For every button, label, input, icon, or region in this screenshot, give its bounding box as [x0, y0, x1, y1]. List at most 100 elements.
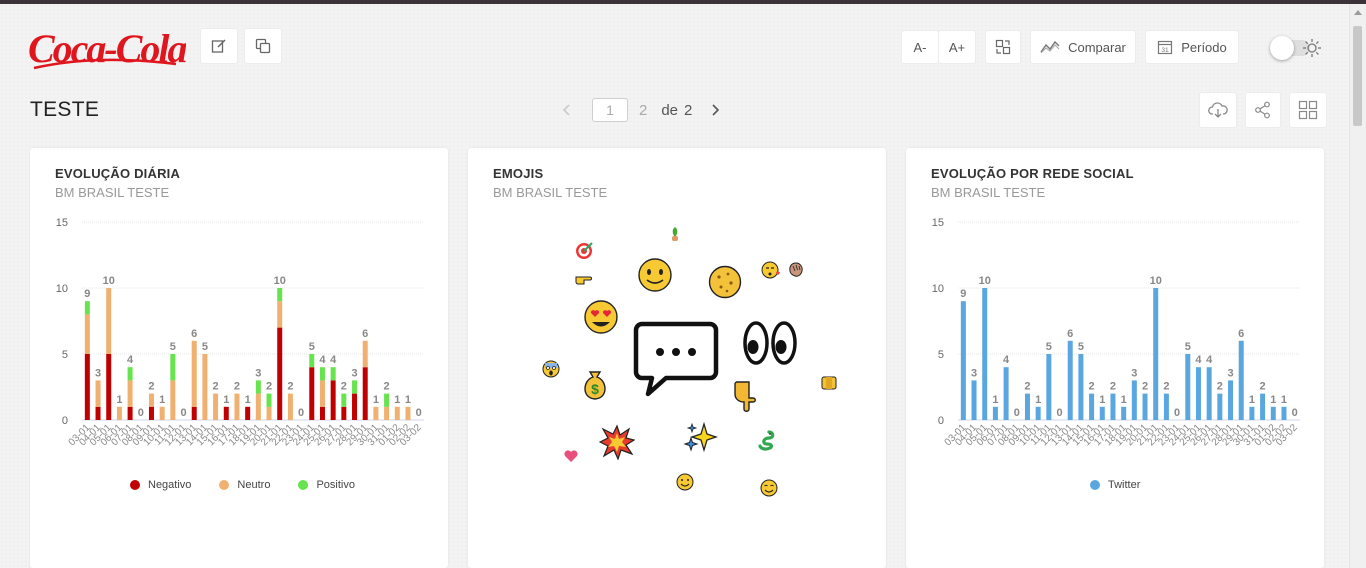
card-title: EVOLUÇÃO DIÁRIA: [55, 166, 181, 181]
font-increase-label: A+: [948, 39, 966, 55]
bar-segment: [1110, 393, 1116, 420]
chevron-left-icon[interactable]: [560, 103, 574, 117]
data-label: 1: [1249, 394, 1255, 406]
chevron-right-icon[interactable]: [708, 103, 722, 117]
data-label: 2: [1110, 381, 1116, 393]
bar-segment: [84, 354, 90, 420]
bar-segment: [992, 406, 998, 420]
chart-legend: Twitter: [1090, 479, 1168, 491]
data-label: 6: [1238, 328, 1244, 340]
data-label: 2: [266, 381, 272, 393]
layout-grid-button[interactable]: [1289, 92, 1327, 128]
bar-segment: [287, 393, 293, 420]
current-page: 1: [606, 102, 614, 118]
toggle-knob: [1270, 36, 1294, 60]
total-pages: 2: [684, 101, 693, 119]
bar-segment: [1142, 393, 1148, 420]
card-subtitle: BM BRASIL TESTE: [55, 185, 170, 200]
data-label: 2: [341, 381, 347, 393]
card-daily-evolution: EVOLUÇÃO DIÁRIA BM BRASIL TESTE 0 5 10 15 9 0…: [30, 148, 448, 568]
y-tick-label: 5: [938, 349, 944, 361]
cheese-emoji: [821, 376, 837, 390]
y-tick-label: 10: [56, 283, 68, 295]
page-2-link[interactable]: 2: [639, 102, 647, 119]
data-label: 2: [384, 381, 390, 393]
page-number-input[interactable]: 1: [592, 98, 628, 122]
card-emojis: EMOJIS BM BRASIL TESTE $: [468, 148, 886, 568]
scroll-up-arrow[interactable]: [1354, 10, 1362, 15]
data-label: 10: [103, 275, 115, 287]
period-button[interactable]: 31 Período: [1145, 30, 1239, 64]
data-label: 3: [971, 367, 977, 379]
download-button[interactable]: [1199, 92, 1237, 128]
hand-with-plant-emoji: [672, 227, 678, 241]
data-label: 4: [1195, 354, 1202, 366]
data-label: 6: [191, 328, 197, 340]
scrollbar-thumb[interactable]: [1353, 26, 1362, 126]
pink-heart-emoji: [564, 450, 578, 462]
edit-button[interactable]: [200, 28, 238, 64]
data-label: 2: [1089, 381, 1095, 393]
legend-item-twitter[interactable]: Twitter: [1090, 479, 1140, 491]
bar-segment: [170, 380, 176, 420]
compare-button[interactable]: Comparar: [1030, 30, 1136, 64]
theme-toggle[interactable]: [1270, 36, 1322, 60]
data-label: 10: [1150, 275, 1162, 287]
share-button[interactable]: [1245, 92, 1281, 128]
data-label: 3: [1131, 367, 1137, 379]
smiling-face-emoji: [676, 473, 694, 491]
legend-item-negativo[interactable]: Negativo: [130, 479, 191, 491]
heart-eyes-emoji: [584, 300, 618, 334]
bar-segment: [1121, 406, 1127, 420]
data-label: 9: [84, 288, 90, 300]
bar-segment: [319, 367, 325, 381]
svg-text:31: 31: [1162, 47, 1170, 54]
swap-button[interactable]: [985, 30, 1021, 64]
sparkles-emoji: [683, 421, 718, 453]
bar-segment: [148, 406, 154, 420]
swap-icon: [995, 39, 1011, 55]
legend-item-positivo[interactable]: Positivo: [298, 479, 355, 491]
coca-cola-logo[interactable]: Coca-Cola: [26, 18, 186, 74]
waving-hand-emoji: [789, 262, 803, 277]
bar-segment: [1185, 354, 1191, 420]
font-decrease-button[interactable]: A-: [901, 30, 939, 64]
bar-segment: [191, 340, 197, 407]
bar-segment: [1249, 406, 1255, 420]
eyes-emoji: [743, 321, 797, 365]
y-tick-label: 15: [56, 217, 68, 229]
bar-segment: [1163, 393, 1169, 420]
speech-bubble-emoji: [633, 321, 719, 397]
data-label: 0: [298, 407, 304, 419]
bar-segment: [213, 393, 219, 420]
font-decrease-label: A-: [913, 39, 927, 55]
bar-segment: [223, 406, 229, 420]
bar-segment: [1024, 393, 1030, 420]
pointing-right-emoji: [575, 276, 592, 285]
data-label: 9: [960, 288, 966, 300]
font-increase-button[interactable]: A+: [938, 30, 976, 64]
data-label: 1: [159, 394, 165, 406]
bar-segment: [394, 406, 400, 420]
data-label: 5: [1078, 341, 1084, 353]
bar-segment: [106, 288, 112, 354]
card-subtitle: BM BRASIL TESTE: [931, 185, 1046, 200]
duplicate-button[interactable]: [244, 28, 282, 64]
data-label: 5: [202, 341, 208, 353]
social-network-chart[interactable]: 051015903-01304-011005-01106-01407-01008…: [906, 210, 1324, 472]
legend-label: Positivo: [316, 479, 355, 491]
data-label: 5: [309, 341, 315, 353]
daily-evolution-chart[interactable]: 051015903-01304-011005-01106-01407-01008…: [30, 210, 448, 472]
legend-item-neutro[interactable]: Neutro: [219, 479, 270, 491]
target-emoji: [576, 242, 593, 259]
data-label: 3: [255, 367, 261, 379]
data-label: 1: [1035, 394, 1041, 406]
data-label: 2: [1163, 381, 1169, 393]
bar-segment: [1228, 380, 1234, 420]
legend-dot: [1090, 480, 1100, 490]
bar-segment: [1046, 354, 1052, 420]
page-scrollbar[interactable]: [1349, 4, 1366, 568]
blushing-face-emoji: [760, 479, 778, 497]
bar-segment: [95, 406, 101, 420]
legend-label: Neutro: [237, 479, 271, 491]
